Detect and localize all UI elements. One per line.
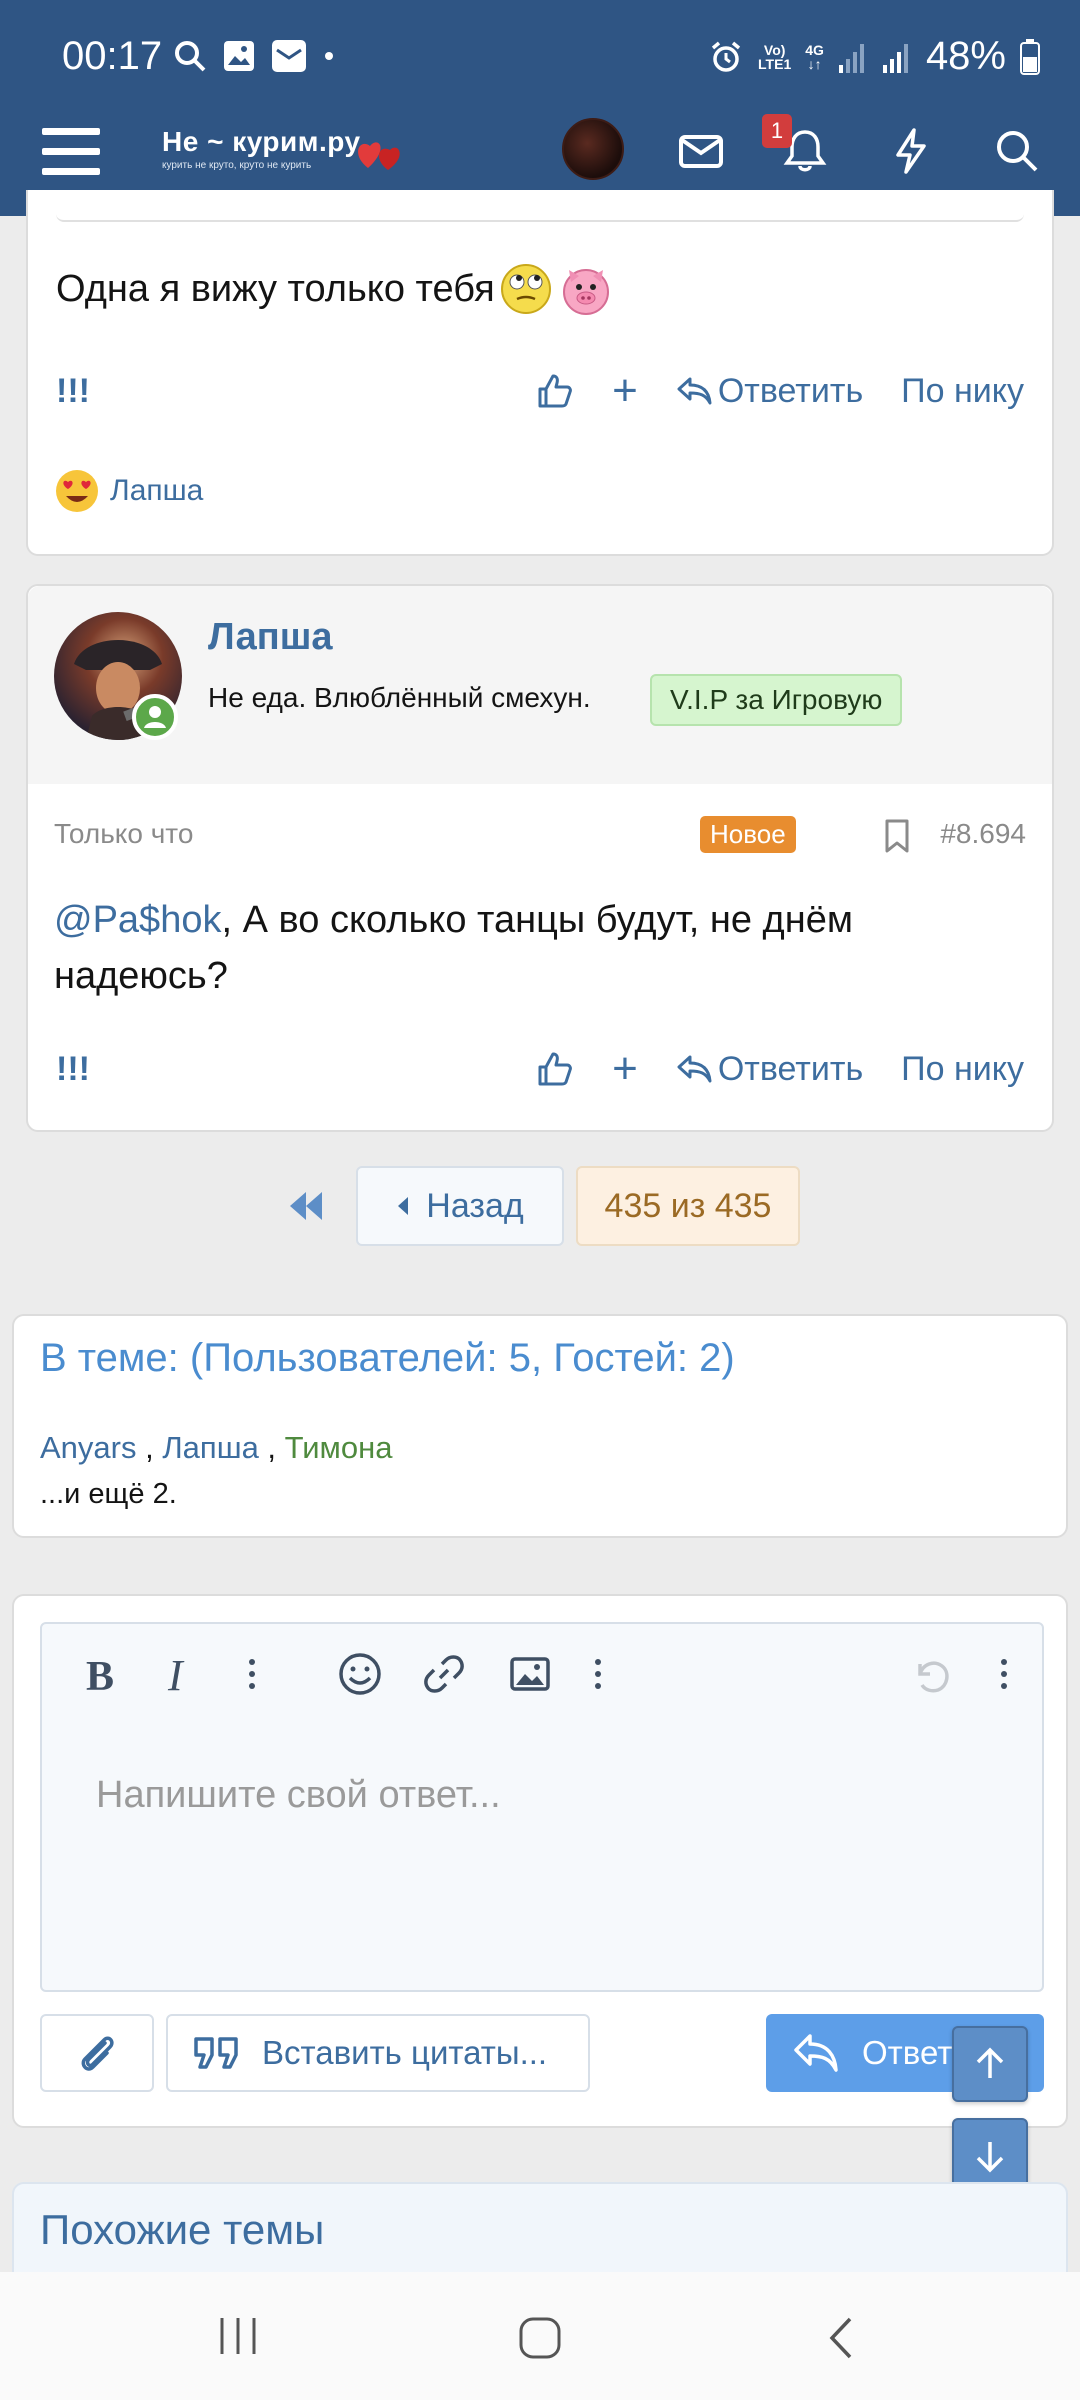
reaction-user: Лапша <box>110 474 204 507</box>
battery-icon <box>1020 38 1040 75</box>
mention-link[interactable]: @Pa$hok <box>54 899 221 941</box>
quote-edge <box>56 210 1024 222</box>
gallery-status-icon <box>224 41 254 71</box>
topic-more: ...и ещё 2. <box>40 1478 177 1510</box>
status-icons-right: Vo) LTE1 4G ↓↑ 48% <box>708 34 1040 79</box>
android-nav-bar <box>0 2272 1080 2400</box>
reply-icon <box>677 1055 712 1083</box>
smile-icon[interactable] <box>338 1652 382 1696</box>
search-icon[interactable] <box>992 126 1042 176</box>
by-nick-button[interactable]: По нику <box>901 1050 1024 1089</box>
author-header: Лапша Не еда. Влюблённый смехун. V.I.P з… <box>28 586 1052 784</box>
post-actions: !!! + Ответить По нику <box>56 366 1024 416</box>
post-actions: !!! + Ответить По нику <box>56 1044 1024 1094</box>
post-number[interactable]: #8.694 <box>940 818 1026 850</box>
report-link[interactable]: !!! <box>56 1050 90 1089</box>
prev-page-button[interactable]: Назад <box>356 1166 564 1246</box>
signal-2-icon <box>882 43 908 73</box>
reply-icon <box>677 377 712 405</box>
inbox-icon[interactable] <box>676 126 726 176</box>
network-type-indicator: 4G ↓↑ <box>805 41 824 72</box>
signal-1-icon <box>838 43 864 73</box>
like-icon[interactable] <box>534 1049 574 1089</box>
user-avatar[interactable] <box>562 118 624 180</box>
post-text: @Pa$hok, А во сколько танцы будут, не дн… <box>54 899 853 997</box>
back-icon[interactable] <box>826 2316 856 2360</box>
post-time[interactable]: Только что <box>54 818 193 849</box>
topic-user[interactable]: Лапша <box>162 1430 258 1465</box>
battery-percent: 48% <box>925 34 1006 78</box>
link-icon[interactable] <box>422 1652 466 1696</box>
current-page[interactable]: 435 из 435 <box>576 1166 800 1246</box>
author-title: Не еда. Влюблённый смехун. <box>208 682 591 713</box>
plus-button[interactable]: + <box>612 1044 638 1094</box>
plus-button[interactable]: + <box>612 366 638 416</box>
caret-left-icon <box>398 1197 409 1215</box>
quote-icon <box>194 2037 238 2069</box>
volte-indicator: Vo) LTE1 <box>758 41 792 72</box>
notification-badge: 1 <box>762 114 792 148</box>
report-link[interactable]: !!! <box>56 372 90 411</box>
arrow-down-icon <box>976 2142 1004 2173</box>
post-card-1: Одна я вижу только тебя !!! + Ответить П… <box>26 190 1054 556</box>
status-time: 00:17 <box>62 34 163 78</box>
reply-editor-card: B I Напишите свой ответ... Вставить цита… <box>12 1594 1068 2128</box>
recent-apps-icon[interactable] <box>216 2316 260 2356</box>
pagination: Назад 435 из 435 <box>0 1166 1080 1246</box>
hearts-icon <box>358 142 400 170</box>
attach-button[interactable] <box>40 2014 154 2092</box>
like-icon[interactable] <box>534 371 574 411</box>
home-icon[interactable] <box>518 2316 562 2360</box>
pig-emoji-icon <box>562 269 609 315</box>
new-badge: Новое <box>700 816 796 853</box>
more-format-icon[interactable] <box>244 1652 260 1696</box>
similar-topics-title: Похожие темы <box>40 2206 325 2253</box>
reply-icon <box>794 2034 838 2072</box>
vip-badge: V.I.P за Игровую <box>650 674 903 726</box>
svg-text:B: B <box>86 1654 114 1696</box>
author-name[interactable]: Лапша <box>208 616 333 659</box>
more-options-icon[interactable] <box>996 1652 1012 1696</box>
heart-eyes-emoji-icon <box>56 470 98 512</box>
undo-icon[interactable] <box>910 1652 954 1696</box>
italic-icon[interactable]: I <box>162 1652 202 1696</box>
reply-button[interactable]: Ответить <box>676 1050 863 1089</box>
bold-icon[interactable]: B <box>82 1652 122 1696</box>
by-nick-button[interactable]: По нику <box>901 372 1024 411</box>
reply-button[interactable]: Ответить <box>676 372 863 411</box>
menu-icon[interactable] <box>42 128 100 186</box>
status-icons-left <box>172 38 336 74</box>
scroll-top-button[interactable] <box>952 2026 1028 2102</box>
search-status-icon <box>175 41 206 72</box>
alarm-icon <box>711 41 741 72</box>
in-topic-card: В теме: (Пользователей: 5, Гостей: 2) An… <box>12 1314 1068 1538</box>
site-logo[interactable]: Не ~ курим.ру курить не круто, круто не … <box>162 126 400 186</box>
rolling-eyes-emoji-icon <box>500 264 551 314</box>
bookmark-icon[interactable] <box>882 818 912 854</box>
post-card-2: Лапша Не еда. Влюблённый смехун. V.I.P з… <box>26 584 1054 1132</box>
editor-box: B I Напишите свой ответ... <box>40 1622 1044 1992</box>
reactions-row[interactable]: Лапша <box>54 468 203 514</box>
online-status-icon <box>132 694 178 740</box>
topic-users-list: Anyars , Лапша , Тимона <box>40 1430 393 1465</box>
paperclip-icon <box>81 2036 114 2071</box>
topic-user[interactable]: Anyars <box>40 1430 136 1465</box>
arrow-up-icon <box>976 2047 1004 2078</box>
insert-quotes-button[interactable]: Вставить цитаты... <box>166 2014 590 2092</box>
dot-status-icon <box>325 52 333 60</box>
more-insert-icon[interactable] <box>590 1652 606 1696</box>
image-icon[interactable] <box>508 1652 552 1696</box>
top-bar: 00:17 Vo) LTE1 4G ↓↑ 48% Не ~ курим.ру кур… <box>0 0 1080 216</box>
svg-text:I: I <box>167 1652 185 1696</box>
post-text: Одна я вижу только тебя <box>56 260 615 318</box>
reply-input[interactable]: Напишите свой ответ... <box>96 1774 501 1817</box>
status-bar: 00:17 Vo) LTE1 4G ↓↑ 48% <box>0 0 1080 110</box>
post-meta: Только что Новое #8.694 <box>54 816 1026 858</box>
topic-user[interactable]: Тимона <box>285 1430 393 1465</box>
in-topic-title: В теме: (Пользователей: 5, Гостей: 2) <box>40 1336 735 1380</box>
lightning-icon[interactable] <box>886 126 936 176</box>
mail-status-icon <box>272 40 306 72</box>
first-page-icon[interactable] <box>286 1190 326 1222</box>
